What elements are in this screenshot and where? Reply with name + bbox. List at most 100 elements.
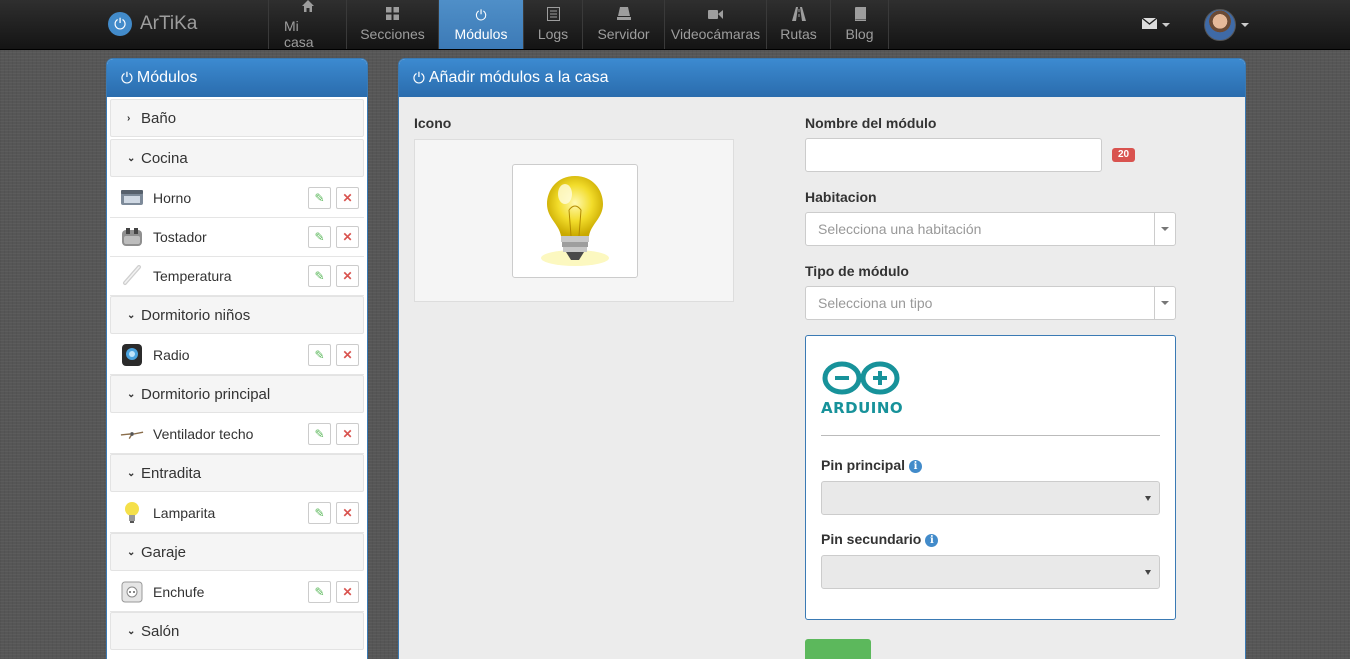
brand-link[interactable]: ⏻ ArTiKa	[108, 10, 197, 38]
module-name: Enchufe	[153, 584, 205, 600]
pin-main-select[interactable]	[821, 481, 1160, 515]
pin-secondary-select[interactable]	[821, 555, 1160, 589]
nav-secciones[interactable]: Secciones	[347, 0, 439, 49]
delete-button[interactable]: ✕	[336, 187, 359, 209]
close-icon: ✕	[342, 585, 353, 599]
delete-button[interactable]: ✕	[336, 423, 359, 445]
top-navbar: ⏻ ArTiKa Mi casa Secciones ⏻ Módulos Log…	[0, 0, 1350, 50]
hdd-icon	[616, 7, 631, 24]
submit-button[interactable]	[805, 639, 871, 659]
road-icon	[791, 7, 806, 24]
list-icon	[546, 7, 560, 24]
user-menu-dropdown[interactable]	[1204, 9, 1249, 41]
book-icon	[854, 7, 866, 24]
edit-button[interactable]: ✎	[308, 226, 331, 248]
module-name: Tostador	[153, 229, 207, 245]
pencil-icon: ✎	[314, 269, 325, 283]
edit-button[interactable]: ✎	[308, 187, 331, 209]
row-actions: ✎ ✕	[308, 502, 359, 524]
nav-rutas[interactable]: Rutas	[767, 0, 831, 49]
nav-label: Rutas	[780, 26, 817, 42]
close-icon: ✕	[342, 348, 353, 362]
chevron-down-icon: ⌄	[127, 546, 136, 558]
module-name: Lamparita	[153, 505, 216, 521]
accordion-header-garaje[interactable]: ⌄ Garaje	[110, 533, 364, 571]
edit-button[interactable]: ✎	[308, 265, 331, 287]
pencil-icon: ✎	[314, 191, 325, 205]
edit-button[interactable]: ✎	[308, 423, 331, 445]
accordion-header-dormitorio-principal[interactable]: ⌄ Dormitorio principal	[110, 375, 364, 413]
nav-blog[interactable]: Blog	[831, 0, 889, 49]
delete-button[interactable]: ✕	[336, 502, 359, 524]
list-item: Radio ✎ ✕	[110, 336, 364, 375]
edit-button[interactable]: ✎	[308, 581, 331, 603]
messages-dropdown[interactable]	[1141, 16, 1170, 34]
delete-button[interactable]: ✕	[336, 226, 359, 248]
caret-down-icon	[1145, 570, 1151, 575]
row-actions: ✎ ✕	[308, 423, 359, 445]
arduino-infinity-icon	[822, 361, 900, 395]
nav-mi-casa[interactable]: Mi casa	[269, 0, 347, 50]
close-icon: ✕	[342, 191, 353, 205]
main-nav: Mi casa Secciones ⏻ Módulos Logs Servido…	[268, 0, 889, 50]
delete-button[interactable]: ✕	[336, 581, 359, 603]
pencil-icon: ✎	[314, 348, 325, 362]
home-icon	[301, 0, 315, 16]
panel-title: Módulos	[136, 69, 198, 86]
accordion-header-bano[interactable]: › Baño	[110, 99, 364, 137]
accordion-header-cocina[interactable]: ⌄ Cocina	[110, 139, 364, 177]
delete-button[interactable]: ✕	[336, 265, 359, 287]
room-select[interactable]: Selecciona una habitación	[805, 212, 1176, 246]
nav-label: Servidor	[597, 26, 650, 42]
room-name: Salón	[141, 622, 180, 640]
user-area	[1141, 9, 1249, 41]
module-name-label: Nombre del módulo	[805, 115, 937, 131]
avatar	[1204, 9, 1236, 41]
panel-title: Añadir módulos a la casa	[428, 69, 609, 86]
module-name-input[interactable]	[805, 138, 1102, 172]
caret-down-icon	[1145, 496, 1151, 501]
nav-videocamaras[interactable]: Videocámaras	[665, 0, 767, 49]
accordion-header-entradita[interactable]: ⌄ Entradita	[110, 454, 364, 492]
room-name: Baño	[141, 109, 177, 127]
close-icon: ✕	[342, 427, 353, 441]
nav-label: Logs	[537, 26, 569, 42]
room-name: Cocina	[141, 149, 188, 167]
power-icon: ⏻	[121, 69, 133, 87]
radio-icon	[120, 343, 144, 367]
close-icon: ✕	[342, 230, 353, 244]
envelope-icon	[1141, 16, 1158, 34]
nav-label: Blog	[845, 26, 874, 42]
info-icon[interactable]: i	[925, 534, 939, 547]
delete-button[interactable]: ✕	[336, 344, 359, 366]
light-bulb-icon	[535, 170, 615, 273]
edit-button[interactable]: ✎	[308, 502, 331, 524]
edit-button[interactable]: ✎	[308, 344, 331, 366]
module-name: Ventilador techo	[153, 426, 254, 442]
power-icon: ⏻	[475, 7, 487, 23]
icon-thumbnail[interactable]	[512, 164, 638, 278]
row-actions: ✎ ✕	[308, 581, 359, 603]
module-type-select[interactable]: Selecciona un tipo	[805, 286, 1176, 320]
list-item: Ventilador techo ✎ ✕	[110, 415, 364, 454]
nav-modulos[interactable]: ⏻ Módulos	[439, 0, 524, 49]
row-actions: ✎ ✕	[308, 226, 359, 248]
nav-logs[interactable]: Logs	[524, 0, 583, 49]
lamp-icon	[120, 501, 144, 525]
power-icon: ⏻	[413, 69, 425, 87]
pencil-icon: ✎	[314, 230, 325, 244]
chevron-down-icon: ⌄	[127, 625, 136, 637]
chevron-down-icon: ⌄	[127, 388, 136, 400]
chevron-down-icon	[1241, 23, 1249, 27]
arduino-wordmark: ARDUINO	[821, 399, 904, 417]
module-name: Temperatura	[153, 268, 232, 284]
info-icon[interactable]: i	[909, 460, 923, 473]
nav-label: Videocámaras	[670, 26, 761, 42]
rooms-accordion: › Baño ⌄ Cocina Horno ✎ ✕ Tostador ✎ ✕ T…	[107, 97, 367, 650]
ceiling-fan-icon	[120, 422, 144, 446]
accordion-header-dormitorio-ninos[interactable]: ⌄ Dormitorio niños	[110, 296, 364, 334]
nav-servidor[interactable]: Servidor	[583, 0, 665, 49]
arduino-logo: ARDUINO	[821, 360, 903, 417]
camera-icon	[708, 7, 723, 24]
accordion-header-salon[interactable]: ⌄ Salón	[110, 612, 364, 650]
